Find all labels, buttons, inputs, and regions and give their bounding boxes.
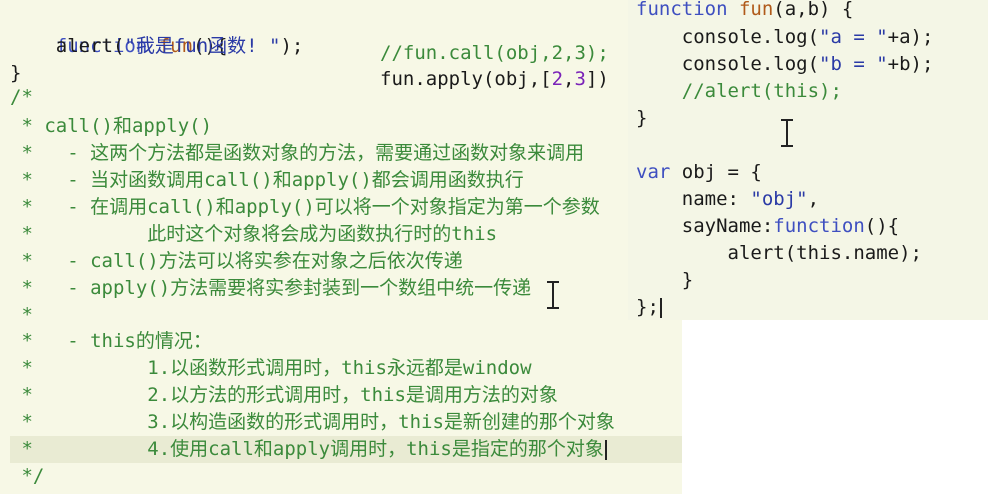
comment-text: //fun.call(obj,2,3); xyxy=(380,42,609,64)
comment-line: * xyxy=(10,302,682,329)
comment-text: 此时这个对象将会成为函数执行时的this xyxy=(147,223,498,245)
comment-text: 这两个方法都是函数对象的方法，需要通过函数对象来调用 xyxy=(90,142,585,164)
code-text: alert(this.name); xyxy=(636,242,922,264)
code-line: console.log("b = "+b); xyxy=(636,51,988,78)
code-text: sayName: xyxy=(636,215,774,237)
left-code-editor[interactable]: function fun(){ alert("我是fun函数! "); } /*… xyxy=(0,0,682,494)
comment-text: //alert(this); xyxy=(636,80,842,102)
comment-text: apply()方法需要将实参封装到一个数组中统一传递 xyxy=(90,277,532,299)
comment-prefix: * - xyxy=(10,330,91,352)
keyword: var xyxy=(636,161,671,183)
comment-prefix: * xyxy=(10,115,45,137)
code-line: } xyxy=(636,267,988,294)
comment-text: this的情况： xyxy=(90,330,212,352)
code-text: } xyxy=(636,269,694,291)
keyword: function xyxy=(636,0,728,20)
comment-text: call()和apply() xyxy=(44,115,213,137)
comment-line: * 1.以函数形式调用时，this永远都是window xyxy=(10,355,682,382)
text-caret xyxy=(604,439,607,460)
code-line: //alert(this); xyxy=(636,78,988,105)
code-text: ); xyxy=(280,35,304,57)
comment-line: * 此时这个对象将会成为函数执行时的this xyxy=(10,221,682,248)
text-caret xyxy=(659,297,662,318)
comment-line: * - apply()方法需要将实参封装到一个数组中统一传递 xyxy=(10,275,682,302)
side-comment-line: //fun.call(obj,2,3); xyxy=(380,40,609,67)
comment-prefix: * - xyxy=(10,169,91,191)
comment-prefix: * xyxy=(10,223,148,245)
code-text: console.log( xyxy=(636,53,820,75)
code-text: }; xyxy=(636,296,659,318)
comment-prefix: * - xyxy=(10,196,91,218)
comment-prefix: * - xyxy=(10,142,91,164)
code-line: name: "obj", xyxy=(636,186,988,213)
comment-text: 在调用call()和apply()可以将一个对象指定为第一个参数 xyxy=(90,196,600,218)
comment-text: call()方法可以将实参在对象之后依次传递 xyxy=(90,250,463,272)
code-text: , xyxy=(563,68,575,90)
code-text: } xyxy=(636,107,648,129)
code-line: }; xyxy=(636,294,988,320)
comment-line: * 2.以方法的形式调用时，this是调用方法的对象 xyxy=(10,382,682,409)
comment-line: * - 当对函数调用call()和apply()都会调用函数执行 xyxy=(10,167,682,194)
code-text: console.log( xyxy=(636,26,820,48)
code-line: sayName:function(){ xyxy=(636,213,988,240)
comment-text: 4.使用call和apply调用时，this是指定的那个对象 xyxy=(147,438,604,460)
comment-line: * - call()方法可以将实参在对象之后依次传递 xyxy=(10,248,682,275)
comment-text: 当对函数调用call()和apply()都会调用函数执行 xyxy=(90,169,524,191)
keyword: function xyxy=(773,215,865,237)
code-text: , xyxy=(807,188,820,210)
code-text: } xyxy=(10,62,22,84)
text-cursor-icon xyxy=(780,118,794,148)
code-line: } xyxy=(636,105,988,132)
comment-close: */ xyxy=(10,465,45,487)
code-text: (){ xyxy=(864,215,900,237)
code-line: var obj = { xyxy=(636,159,988,186)
code-line: alert(this.name); xyxy=(636,240,988,267)
comment-text: 2.以方法的形式调用时，this是调用方法的对象 xyxy=(147,384,558,406)
comment-prefix: * xyxy=(10,411,148,433)
code-text: +a); xyxy=(887,26,934,48)
comment-line: * 4.使用call和apply调用时，this是指定的那个对象 xyxy=(10,436,682,463)
comment-line: * - this的情况： xyxy=(10,328,682,355)
right-code-editor[interactable]: function fun(a,b) { console.log("a = "+a… xyxy=(628,0,988,320)
text-cursor-icon xyxy=(546,280,560,310)
string-literal: "b = " xyxy=(819,53,888,75)
comment-prefix: * xyxy=(10,304,33,326)
comment-prefix: * xyxy=(10,357,148,379)
comment-line: * 3.以构造函数的形式调用时，this是新创建的那个对象 xyxy=(10,409,682,436)
number-literal: 3 xyxy=(574,68,586,90)
comment-text: 3.以构造函数的形式调用时，this是新创建的那个对象 xyxy=(147,411,615,433)
comment-line: * - 这两个方法都是函数对象的方法，需要通过函数对象来调用 xyxy=(10,140,682,167)
function-name: fun xyxy=(738,0,774,20)
number-literal: 2 xyxy=(551,68,564,90)
code-text: name: xyxy=(636,188,751,210)
code-text: alert( xyxy=(55,35,125,57)
comment-text: 1.以函数形式调用时，this永远都是window xyxy=(147,357,532,379)
comment-line: * call()和apply() xyxy=(10,113,682,140)
comment-prefix: * xyxy=(10,438,148,460)
string-literal: "a = " xyxy=(819,26,888,48)
string-literal: "obj" xyxy=(750,188,808,210)
comment-prefix: * - xyxy=(10,250,91,272)
code-line: console.log("a = "+a); xyxy=(636,24,988,51)
code-text: fun.apply(obj,[ xyxy=(380,68,552,90)
code-text: (a,b) { xyxy=(773,0,854,20)
code-text: ]) xyxy=(585,68,609,90)
code-line: function fun(a,b) { xyxy=(636,0,988,23)
code-line: function fun(){ xyxy=(10,6,682,57)
side-apply-line: fun.apply(obj,[2,3]) xyxy=(380,66,609,93)
comment-line: * - 在调用call()和apply()可以将一个对象指定为第一个参数 xyxy=(10,194,682,221)
code-line: */ xyxy=(10,463,682,490)
comment-prefix: * - xyxy=(10,277,91,299)
code-text: obj = { xyxy=(670,161,762,183)
comment-open: /* xyxy=(10,86,33,108)
comment-prefix: * xyxy=(10,384,148,406)
code-text: +b); xyxy=(887,53,934,75)
string-literal: "我是fun函数! " xyxy=(124,35,281,57)
